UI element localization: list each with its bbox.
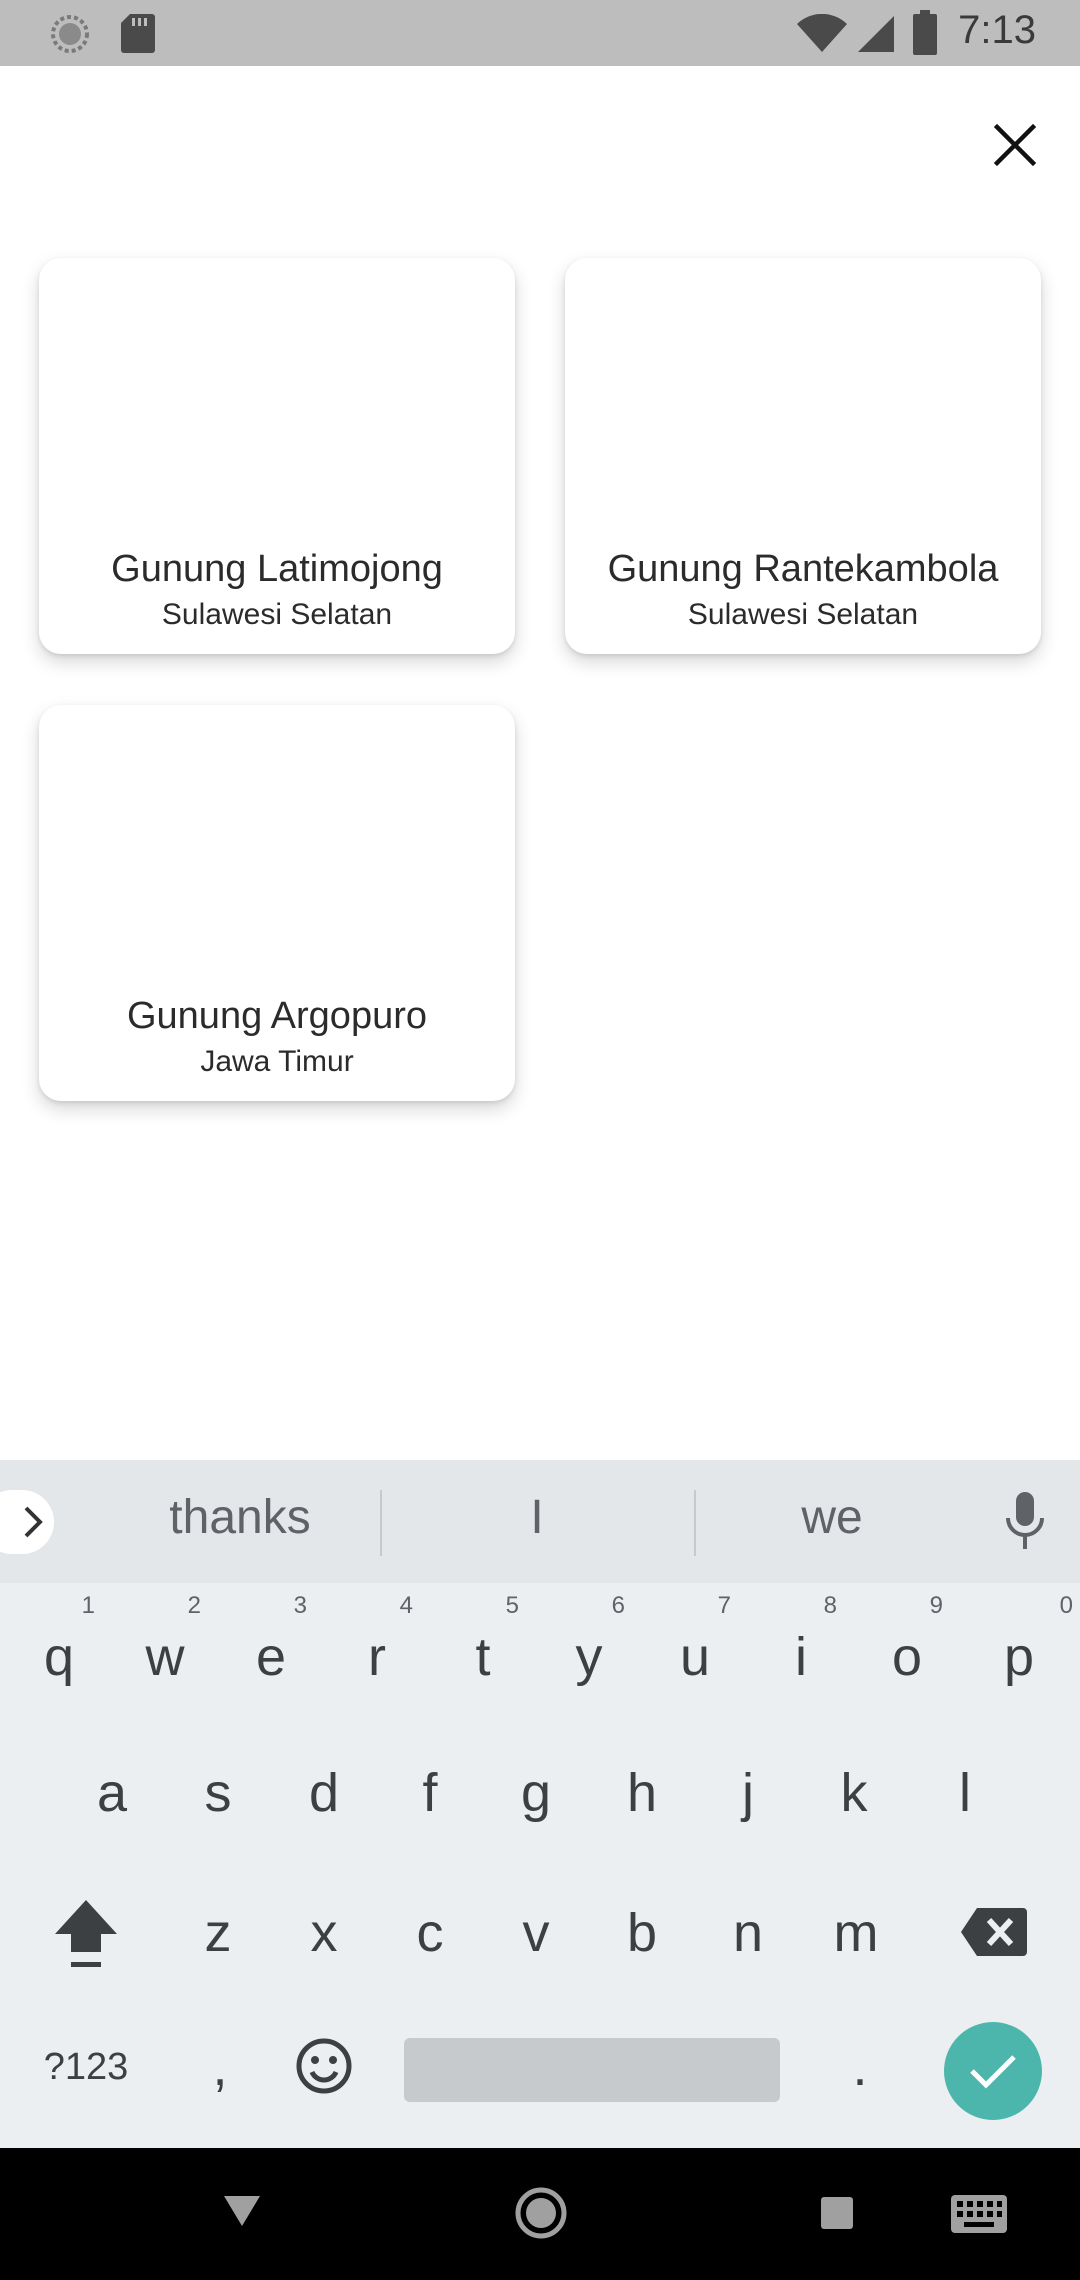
cell-signal-icon <box>858 16 894 52</box>
suggestion-divider <box>694 1490 696 1556</box>
key-k[interactable]: k <box>804 1738 904 1848</box>
backspace-icon <box>961 1908 1027 1956</box>
back-icon[interactable] <box>222 2192 262 2228</box>
key-z[interactable]: z <box>168 1878 268 1988</box>
close-icon <box>993 123 1037 167</box>
key-e[interactable]: e3 <box>221 1594 321 1712</box>
voice-input-button[interactable] <box>1000 1488 1050 1558</box>
card-subtitle: Sulawesi Selatan <box>161 598 393 631</box>
card-subtitle: Sulawesi Selatan <box>687 598 919 631</box>
sd-card-icon <box>121 14 155 53</box>
check-icon <box>970 2055 1016 2089</box>
home-icon[interactable] <box>514 2186 568 2240</box>
wifi-icon <box>797 14 847 52</box>
card-title: Gunung Argopuro <box>126 995 427 1037</box>
key-n[interactable]: n <box>698 1878 798 1988</box>
key-v[interactable]: v <box>486 1878 586 1988</box>
key-period[interactable]: . <box>810 2012 910 2122</box>
keyboard-switch-icon[interactable] <box>950 2194 1008 2234</box>
key-s[interactable]: s <box>168 1738 268 1848</box>
suggestion-item[interactable]: I <box>407 1490 667 1545</box>
key-p[interactable]: p0 <box>969 1594 1073 1712</box>
key-c[interactable]: c <box>380 1878 480 1988</box>
key-f[interactable]: f <box>380 1738 480 1848</box>
key-g[interactable]: g <box>486 1738 586 1848</box>
recents-icon[interactable] <box>820 2196 854 2230</box>
emoji-icon <box>296 2038 352 2094</box>
suggestion-bar: thanks I we <box>0 1460 1080 1583</box>
mountain-card[interactable]: Gunung Latimojong Sulawesi Selatan <box>39 258 515 654</box>
status-bar: 7:13 <box>0 0 1080 66</box>
card-title: Gunung Latimojong <box>111 548 443 590</box>
emoji-key[interactable] <box>274 2012 374 2122</box>
battery-icon <box>913 10 937 55</box>
enter-key[interactable] <box>944 2022 1042 2120</box>
key-u[interactable]: u7 <box>645 1594 745 1712</box>
space-key[interactable] <box>404 2038 780 2102</box>
key-q[interactable]: q1 <box>9 1594 109 1712</box>
shift-key[interactable] <box>36 1878 136 1988</box>
key-l[interactable]: l <box>915 1738 1015 1848</box>
key-y[interactable]: y6 <box>539 1594 639 1712</box>
sync-icon <box>51 15 89 53</box>
suggestion-item[interactable]: we <box>702 1490 962 1545</box>
key-m[interactable]: m <box>806 1878 906 1988</box>
key-d[interactable]: d <box>274 1738 374 1848</box>
shift-icon <box>55 1900 117 1967</box>
mountain-card[interactable]: Gunung Argopuro Jawa Timur <box>39 705 515 1101</box>
card-title: Gunung Rantekambola <box>607 548 999 590</box>
key-t[interactable]: t5 <box>433 1594 533 1712</box>
key-b[interactable]: b <box>592 1878 692 1988</box>
key-w[interactable]: w2 <box>115 1594 215 1712</box>
key-i[interactable]: i8 <box>751 1594 851 1712</box>
suggestion-divider <box>380 1490 382 1556</box>
navigation-bar <box>0 2148 1080 2280</box>
expand-toolbar-button[interactable] <box>0 1490 54 1554</box>
key-comma[interactable]: , <box>170 2012 270 2122</box>
key-h[interactable]: h <box>592 1738 692 1848</box>
key-j[interactable]: j <box>698 1738 798 1848</box>
clock: 7:13 <box>958 8 1036 52</box>
close-button[interactable] <box>980 110 1050 180</box>
key-r[interactable]: r4 <box>327 1594 427 1712</box>
microphone-icon <box>1006 1492 1044 1549</box>
key-x[interactable]: x <box>274 1878 374 1988</box>
card-subtitle: Jawa Timur <box>200 1045 354 1078</box>
backspace-key[interactable] <box>944 1878 1044 1988</box>
symbols-key[interactable]: ?123 <box>28 2012 144 2122</box>
chevron-right-icon <box>24 1506 43 1538</box>
key-o[interactable]: o9 <box>857 1594 957 1712</box>
soft-keyboard: thanks I we q1 w2 e3 r4 t5 y6 u7 i8 o9 p… <box>0 1460 1080 2148</box>
key-a[interactable]: a <box>62 1738 162 1848</box>
suggestion-item[interactable]: thanks <box>110 1490 370 1545</box>
mountain-card[interactable]: Gunung Rantekambola Sulawesi Selatan <box>565 258 1041 654</box>
